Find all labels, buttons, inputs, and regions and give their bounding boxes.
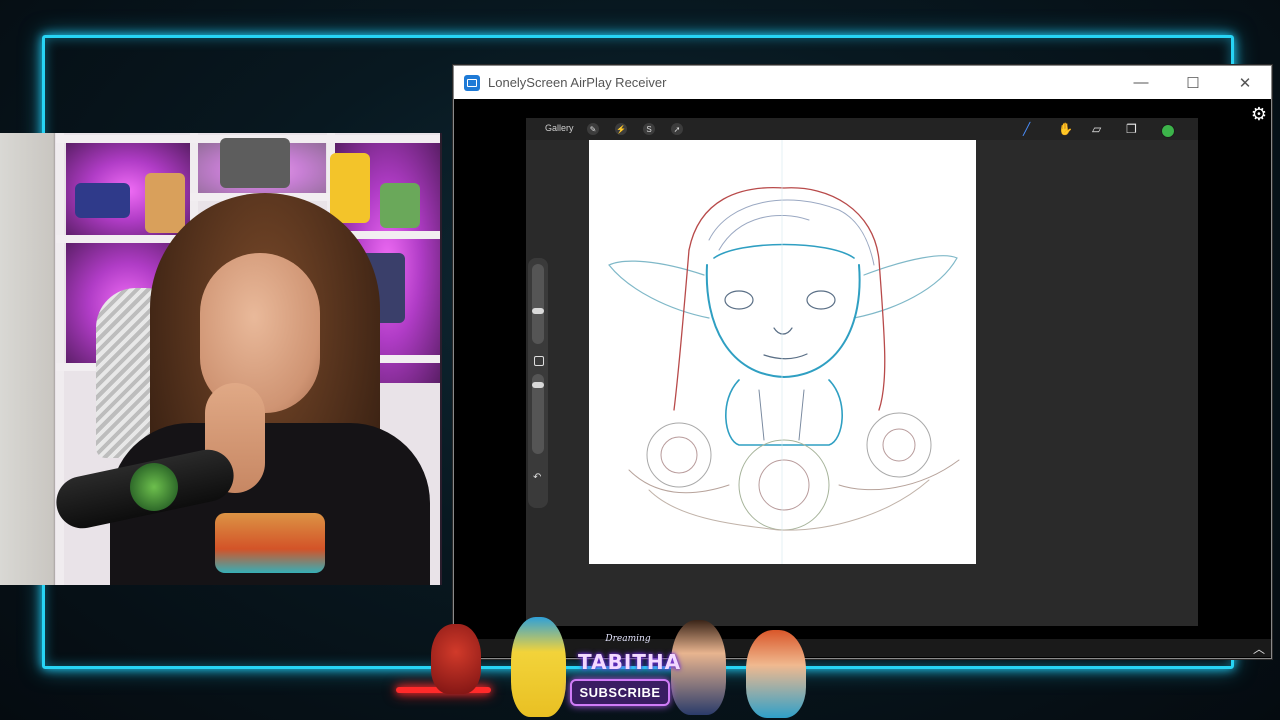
- subscribe-banner: Dreaming TABITHA SUBSCRIBE: [396, 612, 826, 720]
- drawing-canvas[interactable]: [589, 140, 976, 564]
- opacity-knob[interactable]: [532, 382, 544, 388]
- webcam-feed: [0, 133, 442, 585]
- opacity-slider[interactable]: [532, 374, 544, 454]
- transform-icon[interactable]: ➚: [671, 123, 683, 135]
- brush-size-knob[interactable]: [532, 308, 544, 314]
- eyedropper-button[interactable]: [534, 356, 544, 366]
- eraser-icon[interactable]: ▱: [1092, 122, 1101, 136]
- procreate-screen: Gallery ✎ ⚡ S ➚ ╱ ✋ ▱ ❐ ↶: [526, 118, 1198, 626]
- procreate-sidebar: ↶: [528, 258, 548, 508]
- smudge-icon[interactable]: ✋: [1058, 122, 1073, 136]
- character-sith: [431, 624, 481, 694]
- character-yellow: [511, 617, 566, 717]
- figure-toy: [330, 153, 370, 223]
- shirt-print: [215, 513, 325, 573]
- window-title: LonelyScreen AirPlay Receiver: [488, 75, 667, 90]
- mic-sticker: [130, 463, 178, 511]
- minimize-button[interactable]: —: [1115, 66, 1167, 99]
- maximize-button[interactable]: ☐: [1167, 66, 1219, 99]
- character-pirate: [746, 630, 806, 718]
- wrench-icon[interactable]: ✎: [587, 123, 599, 135]
- brand-small-text: Dreaming: [605, 634, 651, 644]
- brush-icon[interactable]: ╱: [1023, 122, 1030, 136]
- figure-toy: [220, 138, 290, 188]
- magic-wand-icon[interactable]: ⚡: [615, 123, 627, 135]
- close-button[interactable]: ✕: [1219, 66, 1271, 99]
- figure-toy: [75, 183, 130, 218]
- gallery-button[interactable]: Gallery: [545, 123, 574, 133]
- selection-icon[interactable]: S: [643, 123, 655, 135]
- subscribe-button[interactable]: SUBSCRIBE: [570, 679, 670, 706]
- chevron-up-icon[interactable]: ︿: [1253, 640, 1265, 657]
- figure-toy: [380, 183, 420, 228]
- figure-toy: [145, 173, 185, 233]
- gear-icon[interactable]: ⚙: [1251, 104, 1267, 125]
- color-picker-button[interactable]: [1161, 124, 1175, 138]
- procreate-toolbar: Gallery ✎ ⚡ S ➚ ╱ ✋ ▱ ❐: [526, 118, 1198, 140]
- brand-logo-text: TABITHA: [578, 650, 682, 674]
- window-controls: — ☐ ✕: [1115, 66, 1271, 99]
- undo-icon[interactable]: ↶: [533, 472, 541, 483]
- sketch-artwork: [608, 140, 960, 564]
- window-titlebar[interactable]: LonelyScreen AirPlay Receiver — ☐ ✕: [454, 66, 1271, 99]
- lonelyscreen-window: LonelyScreen AirPlay Receiver — ☐ ✕ ⚙ Ga…: [453, 65, 1272, 659]
- app-icon: [464, 74, 480, 91]
- brush-size-slider[interactable]: [532, 264, 544, 344]
- layers-icon[interactable]: ❐: [1126, 122, 1137, 136]
